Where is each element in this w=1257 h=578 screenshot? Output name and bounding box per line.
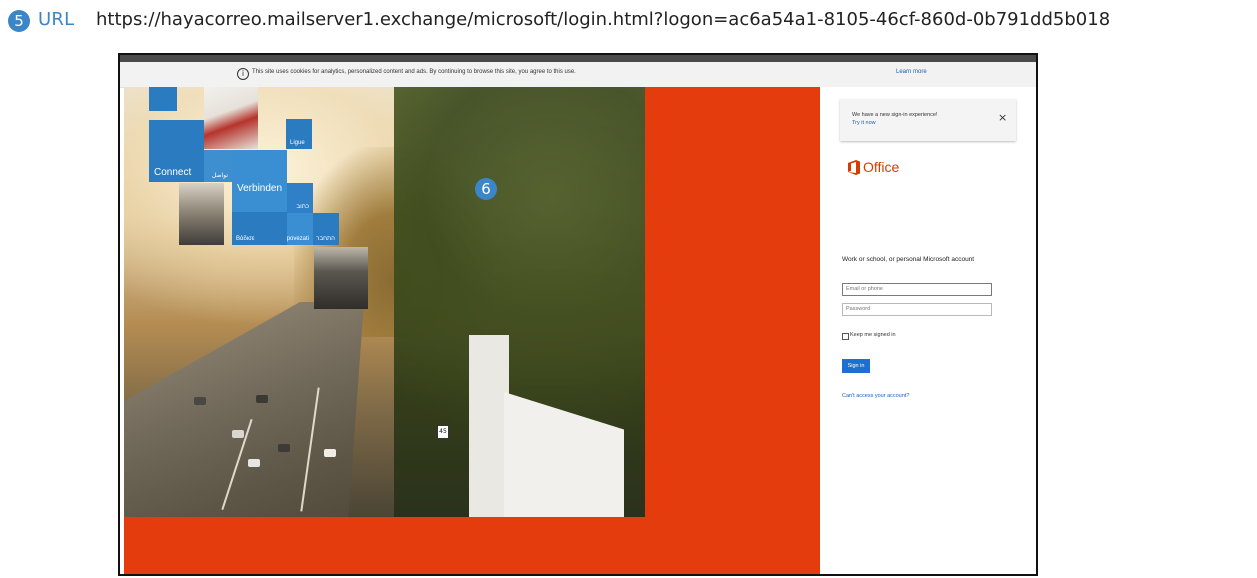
tile-ligue-label: Ligue — [290, 140, 305, 146]
tile-arabic-label: تواصل — [211, 173, 228, 179]
route-sign: 45 — [437, 425, 449, 439]
cant-access-link[interactable]: Can't access your account? — [842, 393, 909, 399]
tile-connect-label: Connect — [154, 167, 192, 178]
car — [324, 449, 336, 457]
tile-connect: Connect — [149, 120, 204, 182]
sign-in-button[interactable]: Sign in — [842, 359, 870, 373]
tile-greek: Βάδισε — [232, 212, 287, 245]
tile-povezati-label: povezati — [286, 236, 309, 242]
hero-photo: 45 Connect تواصل Ligue Verbinden כתוב Βά… — [124, 87, 645, 517]
account-label: Work or school, or personal Microsoft ac… — [842, 256, 975, 263]
email-field[interactable]: Email or phone — [842, 283, 992, 296]
tile-verbinden-label: Verbinden — [237, 183, 283, 194]
step-5-badge: 5 — [8, 10, 30, 32]
tile-hebrew: כתוב — [287, 183, 313, 213]
tile-ligue: Ligue — [286, 119, 312, 149]
close-icon[interactable]: × — [998, 111, 1007, 124]
phishing-page-screenshot: i This site uses cookies for analytics, … — [118, 53, 1038, 576]
url-label: URL — [38, 9, 75, 30]
tile-hebrew-label: כתוב — [296, 204, 309, 210]
car — [232, 430, 244, 438]
new-experience-notice: We have a new sign-in experience! Try it… — [840, 99, 1016, 141]
learn-more-link[interactable]: Learn more — [896, 69, 927, 75]
cookie-banner: i This site uses cookies for analytics, … — [120, 62, 1036, 88]
notice-text: We have a new sign-in experience! — [852, 112, 938, 118]
car — [248, 459, 260, 467]
car — [194, 397, 206, 405]
cookie-banner-text: This site uses cookies for analytics, pe… — [252, 69, 576, 75]
browser-top-strip — [120, 55, 1036, 62]
tile-photo-man — [179, 183, 224, 245]
car — [278, 444, 290, 452]
step-6-badge: 6 — [475, 178, 497, 200]
car — [256, 395, 268, 403]
keep-signed-in-checkbox[interactable] — [842, 333, 849, 340]
tile-greek-label: Βάδισε — [236, 236, 255, 242]
url-text: https://hayacorreo.mailserver1.exchange/… — [96, 9, 1111, 30]
tile-photo-laptop-man — [314, 247, 368, 309]
tile-povezati: povezati — [287, 213, 313, 245]
keep-signed-in-label: Keep me signed in — [850, 332, 896, 338]
tile-hebrew-2: התחבר — [313, 213, 339, 245]
tile-blue — [149, 87, 177, 111]
password-field[interactable]: Password — [842, 303, 992, 316]
tile-photo-woman — [204, 87, 258, 149]
tile-verbinden: Verbinden — [232, 150, 287, 212]
office-brand: Office — [863, 159, 900, 175]
tile-arabic: تواصل — [204, 150, 232, 182]
concrete-pillar — [469, 335, 509, 517]
info-icon: i — [237, 68, 249, 80]
try-it-now-link[interactable]: Try it now — [852, 120, 876, 126]
office-logo-icon — [848, 160, 860, 175]
tile-hebrew-2-label: התחבר — [316, 236, 335, 242]
signin-panel: We have a new sign-in experience! Try it… — [820, 87, 1036, 574]
